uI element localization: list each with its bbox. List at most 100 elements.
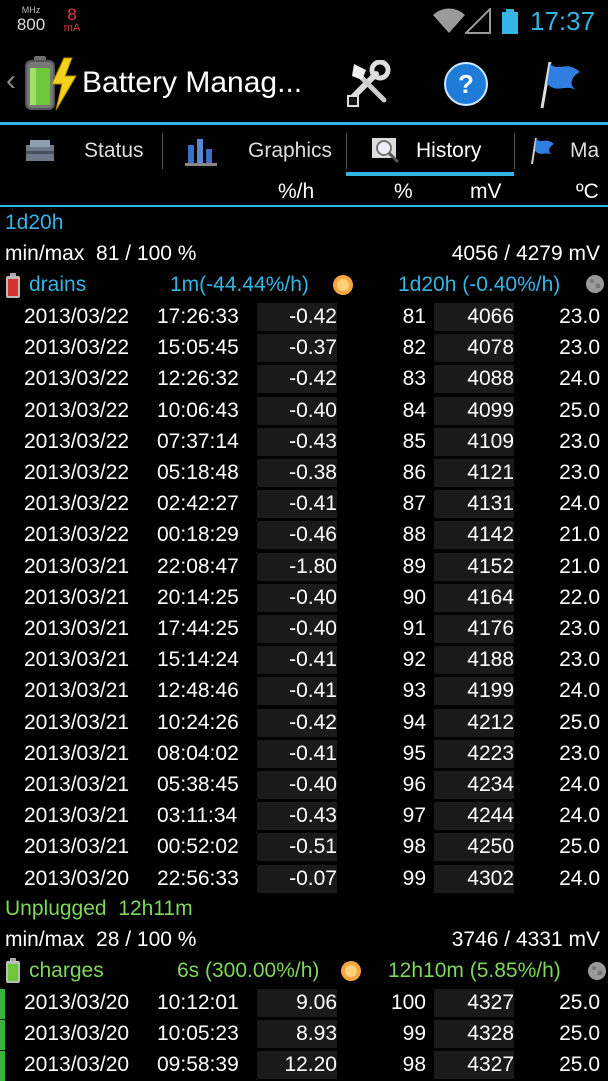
- voltage-cell: 4152: [434, 553, 514, 581]
- period-label: 1d20h: [5, 211, 64, 234]
- time-cell: 05:18:48: [157, 461, 239, 484]
- time-cell: 17:44:25: [157, 617, 239, 640]
- tab-history-label: History: [416, 138, 482, 162]
- time-cell: 10:12:01: [157, 991, 239, 1014]
- rate-cell: -0.41: [257, 740, 337, 768]
- date-cell: 2013/03/20: [24, 1022, 130, 1045]
- rate-cell: -0.41: [257, 646, 337, 674]
- temp-cell: 23.0: [559, 648, 600, 671]
- time-cell: 07:37:14: [157, 430, 239, 453]
- temp-cell: 25.0: [559, 1053, 600, 1076]
- rate-cell: -0.43: [257, 428, 337, 456]
- date-cell: 2013/03/21: [24, 835, 130, 858]
- date-cell: 2013/03/21: [24, 617, 130, 640]
- time-cell: 22:08:47: [157, 555, 239, 578]
- time-cell: 09:58:39: [157, 1053, 239, 1076]
- percent-cell: 84: [402, 399, 426, 422]
- chart-icon: [185, 138, 217, 166]
- up-caret-icon[interactable]: ‹: [6, 64, 16, 98]
- temp-cell: 23.0: [559, 336, 600, 359]
- percent-range: 28 / 100 %: [96, 928, 197, 951]
- tab-status[interactable]: Status: [24, 125, 144, 176]
- percent-cell: 95: [402, 742, 426, 765]
- voltage-cell: 4328: [434, 1020, 514, 1048]
- flag-button[interactable]: [530, 54, 590, 114]
- clock: 17:37: [530, 6, 596, 36]
- temp-cell: 23.0: [559, 461, 600, 484]
- tools-button[interactable]: [338, 54, 398, 114]
- percent-cell: 92: [402, 648, 426, 671]
- date-cell: 2013/03/21: [24, 648, 130, 671]
- voltage-cell: 4250: [434, 833, 514, 861]
- time-cell: 10:05:23: [157, 1022, 239, 1045]
- rate-cell: 12.20: [257, 1051, 337, 1079]
- battery-app-icon[interactable]: [22, 54, 78, 112]
- time-cell: 20:14:25: [157, 586, 239, 609]
- action-bar: ‹ Battery Manag... ?: [0, 44, 608, 122]
- percent-cell: 100: [390, 991, 426, 1014]
- rate-cell: 8.93: [257, 1020, 337, 1048]
- sun-icon: [333, 275, 353, 295]
- rate-cell: -1.80: [257, 553, 337, 581]
- app-title: Battery Manag...: [82, 66, 303, 99]
- voltage-cell: 4176: [434, 615, 514, 643]
- date-cell: 2013/03/22: [24, 367, 130, 390]
- date-cell: 2013/03/20: [24, 867, 130, 890]
- rate-cell: -0.40: [257, 584, 337, 612]
- time-cell: 12:48:46: [157, 679, 239, 702]
- time-cell: 05:38:45: [157, 773, 239, 796]
- tab-graphics[interactable]: Graphics: [184, 125, 332, 176]
- percent-cell: 87: [402, 492, 426, 515]
- toolbox-icon: [26, 139, 54, 161]
- minmax-label: min/max 28 / 100 %: [5, 928, 197, 951]
- tab-more-label: Ma: [570, 138, 600, 162]
- date-cell: 2013/03/22: [24, 492, 130, 515]
- rate-cell: -0.42: [257, 709, 337, 737]
- time-cell: 10:24:26: [157, 711, 239, 734]
- date-cell: 2013/03/22: [24, 336, 130, 359]
- column-header-percent: %: [394, 180, 413, 203]
- voltage-cell: 4188: [434, 646, 514, 674]
- temp-cell: 22.0: [559, 586, 600, 609]
- date-cell: 2013/03/21: [24, 773, 130, 796]
- cpu-unit: MHz: [21, 5, 41, 15]
- rate-cell: -0.43: [257, 802, 337, 830]
- date-cell: 2013/03/22: [24, 430, 130, 453]
- percent-cell: 99: [402, 867, 426, 890]
- cpu-value: 800: [16, 15, 46, 34]
- long-rate: 1d20h (-0.40%/h): [398, 273, 561, 296]
- temp-cell: 25.0: [559, 835, 600, 858]
- tab-more[interactable]: Ma: [528, 125, 599, 176]
- temp-cell: 24.0: [559, 367, 600, 390]
- temp-cell: 25.0: [559, 711, 600, 734]
- voltage-cell: 4109: [434, 428, 514, 456]
- voltage-cell: 4142: [434, 521, 514, 549]
- current-unit: mA: [63, 22, 81, 34]
- minmax-label: min/max 81 / 100 %: [5, 242, 197, 265]
- battery-icon: [502, 9, 518, 34]
- rate-cell: -0.38: [257, 459, 337, 487]
- flag-icon: [540, 61, 580, 109]
- moon-icon: [586, 275, 604, 293]
- date-cell: 2013/03/21: [24, 804, 130, 827]
- temp-cell: 24.0: [559, 773, 600, 796]
- percent-cell: 99: [402, 1022, 426, 1045]
- rate-cell: -0.37: [257, 334, 337, 362]
- temp-cell: 23.0: [559, 742, 600, 765]
- date-cell: 2013/03/22: [24, 461, 130, 484]
- temp-cell: 24.0: [559, 492, 600, 515]
- voltage-cell: 4164: [434, 584, 514, 612]
- rate-cell: -0.07: [257, 865, 337, 893]
- rate-cell: -0.46: [257, 521, 337, 549]
- help-button[interactable]: ?: [436, 54, 496, 114]
- rate-cell: -0.40: [257, 397, 337, 425]
- tools-icon: [347, 60, 391, 107]
- rate-cell: -0.41: [257, 490, 337, 518]
- tab-history[interactable]: History: [370, 125, 481, 176]
- voltage-cell: 4121: [434, 459, 514, 487]
- percent-cell: 94: [402, 711, 426, 734]
- moon-icon: [588, 962, 606, 980]
- unplugged-label: Unplugged 12h11m: [5, 897, 193, 920]
- status-bar: MHz 800 8 mA 17:37: [0, 0, 608, 44]
- voltage-range: 3746 / 4331 mV: [451, 928, 600, 951]
